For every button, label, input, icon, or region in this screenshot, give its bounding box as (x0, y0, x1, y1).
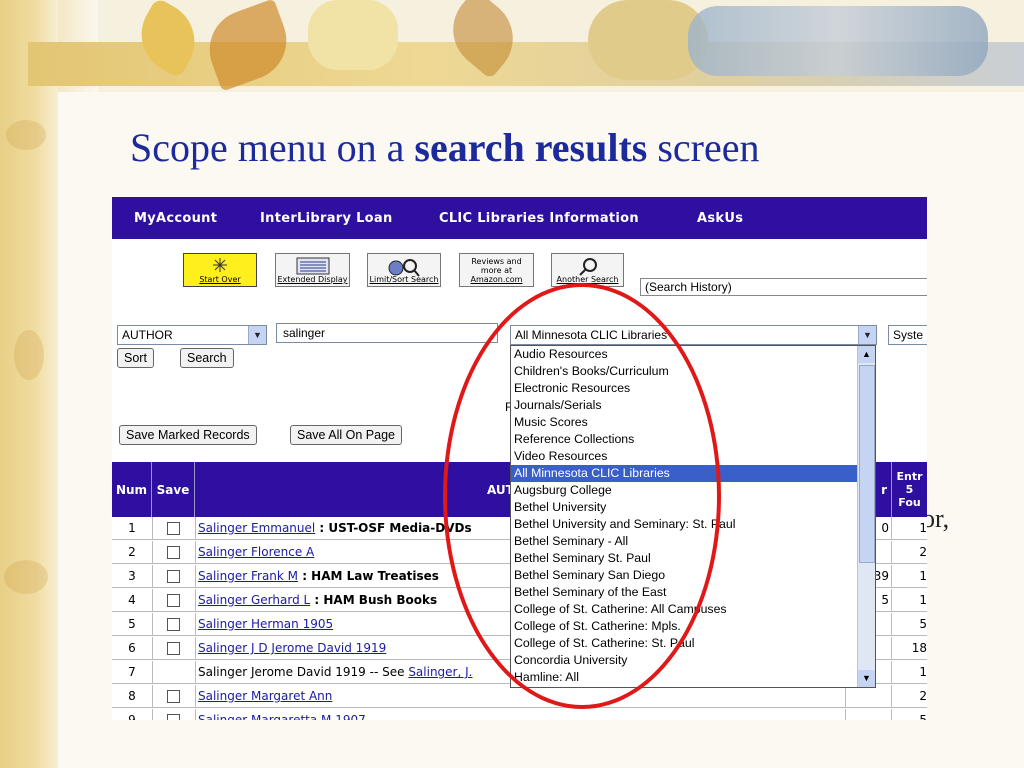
save-checkbox[interactable] (167, 714, 180, 720)
row-number: 2 (112, 541, 153, 563)
nav-ask-us[interactable]: AskUs (697, 211, 743, 226)
author-link[interactable]: Salinger Florence A (198, 545, 314, 559)
author-link[interactable]: Salinger Herman 1905 (198, 617, 333, 631)
row-entries: 1 (919, 665, 927, 679)
row-save-cell (152, 637, 196, 659)
save-checkbox[interactable] (167, 642, 180, 655)
row-entries: 1 (919, 569, 927, 583)
row-number: 7 (112, 661, 153, 683)
save-checkbox[interactable] (167, 618, 180, 631)
row-entries: 5 (919, 617, 927, 631)
author-link[interactable]: Salinger Margaretta M 1907 (198, 713, 366, 720)
row-entries: 2 (919, 689, 927, 703)
dropdown-scrollbar[interactable]: ▲ ▼ (857, 346, 875, 687)
table-row: 9 Salinger Margaretta M 1907 5 (112, 709, 927, 720)
top-nav-bar: MyAccount InterLibrary Loan CLIC Librari… (112, 197, 927, 239)
save-checkbox[interactable] (167, 594, 180, 607)
scroll-up-icon[interactable]: ▲ (858, 346, 875, 363)
nav-interlibrary-loan[interactable]: InterLibrary Loan (260, 211, 393, 226)
row-entries: 18 (911, 641, 927, 655)
scroll-down-icon[interactable]: ▼ (858, 670, 875, 687)
search-query-input[interactable]: salinger (276, 323, 498, 343)
row-author: Salinger J D Jerome David 1919 (198, 637, 386, 659)
author-link[interactable]: Salinger Margaret Ann (198, 689, 332, 703)
row-author: Salinger Jerome David 1919 -- See Saling… (198, 665, 473, 679)
nav-my-account[interactable]: MyAccount (134, 211, 217, 226)
save-checkbox[interactable] (167, 690, 180, 703)
slide-left-texture (0, 0, 58, 768)
author-link[interactable]: Salinger J D Jerome David 1919 (198, 641, 386, 655)
save-checkbox[interactable] (167, 522, 180, 535)
row-save-cell (152, 565, 196, 587)
author-link[interactable]: Salinger Frank M (198, 569, 298, 583)
row-save-cell (152, 589, 196, 611)
extended-display-button[interactable]: Extended Display (275, 253, 350, 287)
save-marked-records-button[interactable]: Save Marked Records (119, 425, 257, 445)
sort-button[interactable]: Sort (117, 348, 154, 368)
row-author: Salinger Florence A (198, 541, 314, 563)
row-number: 3 (112, 565, 153, 587)
nav-clic-info[interactable]: CLIC Libraries Information (439, 211, 639, 226)
header-save: Save (152, 462, 195, 517)
magnifier-icon (578, 258, 597, 276)
row-save-cell (152, 613, 196, 635)
row-author: Salinger Margaretta M 1907 (198, 709, 366, 720)
author-link[interactable]: Salinger Emmanuel (198, 521, 315, 535)
display-icon (296, 257, 329, 275)
row-entries: 5 (919, 713, 927, 720)
row-author: Salinger Frank M : HAM Law Treatises (198, 565, 439, 587)
row-author: Salinger Emmanuel : UST-OSF Media-DVDs (198, 517, 472, 539)
binoculars-icon (388, 259, 420, 277)
author-location: : HAM Law Treatises (298, 569, 439, 583)
author-link[interactable]: Salinger, J. (408, 665, 472, 679)
search-button[interactable]: Search (180, 348, 234, 368)
row-number: 6 (112, 637, 153, 659)
author-location: : HAM Bush Books (310, 593, 438, 607)
table-row: 8 Salinger Margaret Ann 2 (112, 685, 927, 708)
header-num: Num (112, 462, 152, 517)
slide-top-banner (28, 0, 1024, 92)
highlight-circle (443, 283, 721, 709)
author-link[interactable]: Salinger Gerhard L (198, 593, 310, 607)
row-save-cell (152, 709, 196, 720)
row-number: 1 (112, 517, 153, 539)
row-author: Salinger Herman 1905 (198, 613, 333, 635)
chevron-down-icon: ▼ (248, 326, 266, 344)
row-number: 9 (112, 709, 153, 720)
amazon-reviews-button[interactable]: Reviews and more at Amazon.com (459, 253, 534, 287)
row-number: 4 (112, 589, 153, 611)
search-type-select[interactable]: AUTHOR ▼ (117, 325, 267, 345)
row-number: 8 (112, 685, 153, 707)
another-search-button[interactable]: Another Search (551, 253, 624, 287)
system-select[interactable]: Syste (888, 325, 927, 345)
save-all-on-page-button[interactable]: Save All On Page (290, 425, 402, 445)
row-entries: 1 (919, 593, 927, 607)
header-entries: Entr 5 Fou (896, 470, 923, 509)
row-author: Salinger Margaret Ann (198, 685, 332, 707)
search-history-select[interactable]: (Search History) (640, 278, 927, 296)
row-author: Salinger Gerhard L : HAM Bush Books (198, 589, 437, 611)
row-save-cell (152, 517, 196, 539)
row-entries: 2 (919, 545, 927, 559)
row-year (845, 685, 892, 707)
starburst-icon (213, 258, 227, 272)
row-entries: 1 (919, 521, 927, 535)
save-checkbox[interactable] (167, 546, 180, 559)
row-save-cell (152, 661, 196, 683)
scroll-thumb[interactable] (859, 365, 875, 563)
start-over-button[interactable]: Start Over (183, 253, 257, 287)
row-number: 5 (112, 613, 153, 635)
row-save-cell (152, 685, 196, 707)
limit-sort-button[interactable]: Limit/Sort Search (367, 253, 441, 287)
save-checkbox[interactable] (167, 570, 180, 583)
row-year (845, 709, 892, 720)
row-save-cell (152, 541, 196, 563)
slide-title: Scope menu on a search results screen (130, 125, 760, 170)
chevron-down-icon: ▼ (858, 326, 876, 344)
